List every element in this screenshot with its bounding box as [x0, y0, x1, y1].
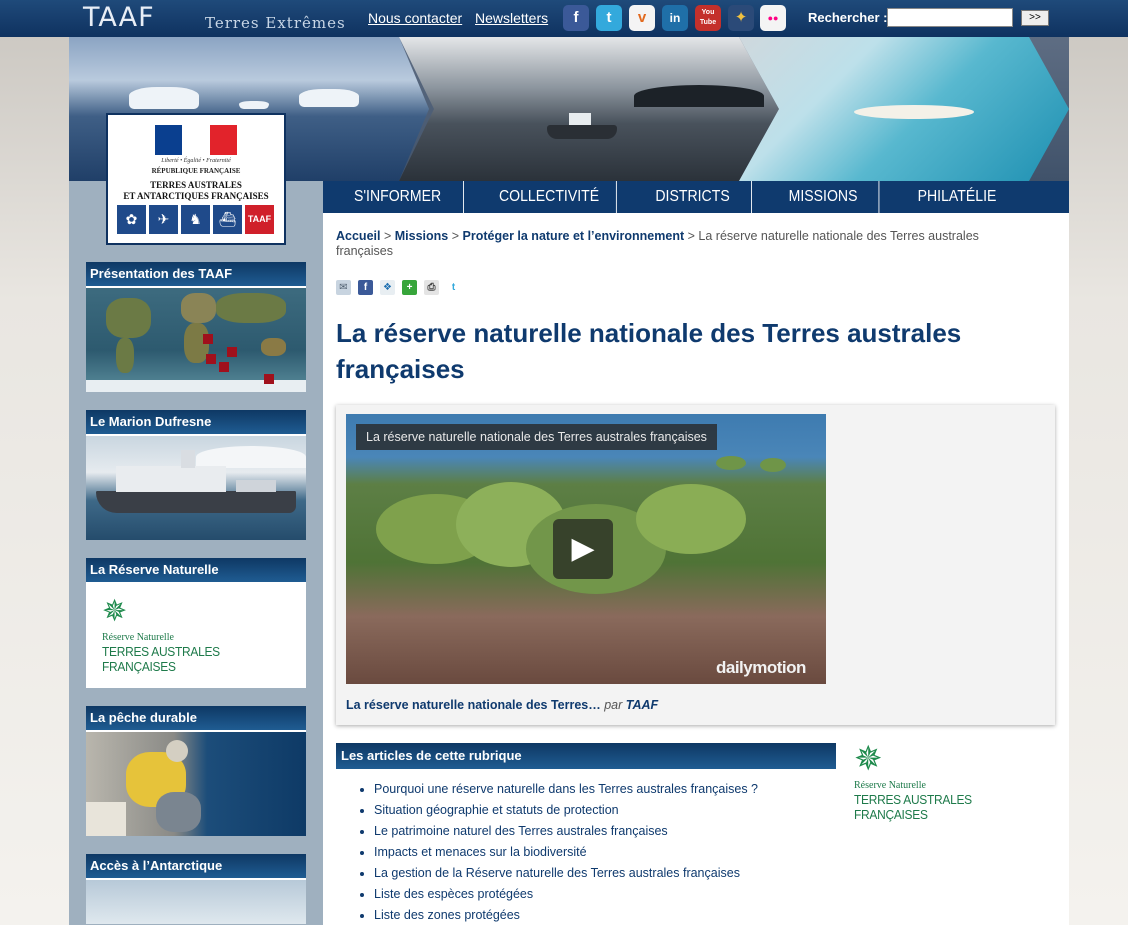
article-link[interactable]: Le patrimoine naturel des Terres austral… [360, 821, 834, 842]
email-icon[interactable]: ✉ [336, 280, 351, 295]
windows-live-icon[interactable]: ❖ [380, 280, 395, 295]
search-input[interactable] [887, 8, 1013, 27]
breadcrumb-home[interactable]: Accueil [336, 229, 380, 243]
page-title: La réserve naturelle nationale des Terre… [336, 318, 962, 384]
marianne-flag-icon [155, 125, 237, 155]
article-link[interactable]: Situation géographie et statuts de prote… [360, 800, 834, 821]
map-marker [206, 354, 216, 364]
twitter-icon[interactable]: t [596, 5, 622, 31]
reserve-naturelle-logo[interactable]: ✵ Réserve Naturelle TERRES AUSTRALES FRA… [86, 584, 306, 688]
article-link[interactable]: Liste des espèces protégées [360, 884, 834, 905]
flickr-icon[interactable]: ●● [760, 5, 786, 31]
reserve-star-icon: ✵ [854, 740, 883, 778]
facebook-icon[interactable]: f [563, 5, 589, 31]
sidebar-box-antarctique[interactable]: Accès à l’Antarctique [86, 854, 306, 924]
sidebar-box-marion-dufresne[interactable]: Le Marion Dufresne [86, 410, 306, 540]
reserve-naturelle-side-logo: ✵ Réserve Naturelle TERRES AUSTRALES FRA… [850, 740, 1056, 822]
top-bar: TAAF Terres Extrêmes Nous contacter News… [0, 0, 1128, 37]
emblem-icon-row: ✿ ✈ ♞ ⛴ TAAF [117, 205, 277, 235]
article-link[interactable]: Liste des zones protégées [360, 905, 834, 925]
turtle-icon: ✿ [117, 205, 146, 234]
antarctica-image[interactable] [86, 880, 306, 924]
nav-districts[interactable]: DISTRICTS [634, 181, 752, 213]
map-marker [219, 362, 229, 372]
reserve-star-icon: ✵ [102, 595, 128, 628]
article-link[interactable]: Impacts et menaces sur la biodiversité [360, 842, 834, 863]
facebook-share-icon[interactable]: f [358, 280, 373, 295]
world-map-image[interactable] [86, 288, 306, 392]
helicopter-icon: ✈ [149, 205, 178, 234]
fisherman-image[interactable] [86, 732, 306, 836]
dailymotion-icon[interactable]: ✦ [728, 5, 754, 31]
sidebar: Présentation des TAAF Le Marion Dufresne [69, 181, 323, 925]
breadcrumb-protect[interactable]: Protéger la nature et l’environnement [463, 229, 685, 243]
ship-icon: ⛴ [213, 205, 242, 234]
nav-philatelie[interactable]: PHILATÉLIE [895, 181, 1018, 213]
main-nav: S'INFORMER COLLECTIVITÉ DISTRICTS MISSIO… [323, 181, 1069, 213]
article-link[interactable]: Pourquoi une réserve naturelle dans les … [360, 779, 834, 800]
video-author-link[interactable]: TAAF [626, 698, 658, 712]
site-tagline: Terres Extrêmes [205, 14, 346, 32]
main-page: Présentation des TAAF Le Marion Dufresne [69, 181, 1069, 925]
sidebar-box-title[interactable]: La Réserve Naturelle [86, 558, 306, 584]
penguin-icon: ♞ [181, 205, 210, 234]
sidebar-box-title[interactable]: Accès à l’Antarctique [86, 854, 306, 880]
republic-label: RÉPUBLIQUE FRANÇAISE [151, 167, 241, 175]
print-icon[interactable]: ⎙ [424, 280, 439, 295]
newsletters-link[interactable]: Newsletters [475, 10, 548, 26]
map-marker [264, 374, 274, 384]
taaf-emblem[interactable]: Liberté • Égalité • Fraternité RÉPUBLIQU… [106, 113, 286, 245]
video-title-link[interactable]: La réserve naturelle nationale des Terre… [346, 698, 658, 712]
sidebar-box-peche-durable[interactable]: La pêche durable [86, 706, 306, 836]
nav-missions[interactable]: MISSIONS [768, 181, 880, 213]
breadcrumb: Accueil > Missions > Protéger la nature … [336, 229, 979, 258]
linkedin-icon[interactable]: in [662, 5, 688, 31]
articles-heading: Les articles de cette rubrique [336, 743, 836, 769]
nav-sinformer[interactable]: S'INFORMER [332, 181, 464, 213]
site-logo[interactable]: TAAF [83, 2, 155, 33]
taaf-badge: TAAF [245, 205, 274, 234]
republic-motto: Liberté • Égalité • Fraternité [161, 158, 231, 164]
play-button[interactable]: ▶ [553, 519, 613, 579]
dailymotion-logo: dailymotion [716, 658, 806, 677]
twitter-share-icon[interactable]: t [446, 280, 461, 295]
video-embed: La réserve naturelle nationale des Terre… [336, 405, 1055, 725]
taaf-full-name: TERRES AUSTRALES ET ANTARCTIQUES FRANÇAI… [123, 180, 269, 201]
nav-collectivite[interactable]: COLLECTIVITÉ [482, 181, 617, 213]
map-marker [203, 334, 213, 344]
article-link[interactable]: La gestion de la Réserve naturelle des T… [360, 863, 834, 884]
video-player[interactable]: La réserve naturelle nationale des Terre… [346, 414, 826, 684]
youtube-icon[interactable]: You Tube [695, 5, 721, 31]
sidebar-box-presentation[interactable]: Présentation des TAAF [86, 262, 306, 392]
viadeo-icon[interactable]: v [629, 5, 655, 31]
map-marker [227, 347, 237, 357]
marion-dufresne-ship-image[interactable] [86, 436, 306, 540]
search-button[interactable]: >> [1021, 10, 1049, 26]
sidebar-box-reserve-naturelle[interactable]: La Réserve Naturelle ✵ Réserve Naturelle… [86, 558, 306, 688]
sidebar-box-title[interactable]: La pêche durable [86, 706, 306, 732]
banner-ship-photo [399, 37, 779, 181]
add-share-icon[interactable]: + [402, 280, 417, 295]
breadcrumb-missions[interactable]: Missions [395, 229, 449, 243]
share-toolbar: ✉ f ❖ + ⎙ t [336, 277, 468, 295]
search-label: Rechercher : [808, 10, 888, 25]
sidebar-box-title[interactable]: Présentation des TAAF [86, 262, 306, 288]
articles-list: Pourquoi une réserve naturelle dans les … [360, 779, 834, 925]
sidebar-box-title[interactable]: Le Marion Dufresne [86, 410, 306, 436]
video-caption: La réserve naturelle nationale des Terre… [356, 424, 717, 450]
contact-link[interactable]: Nous contacter [368, 10, 462, 26]
